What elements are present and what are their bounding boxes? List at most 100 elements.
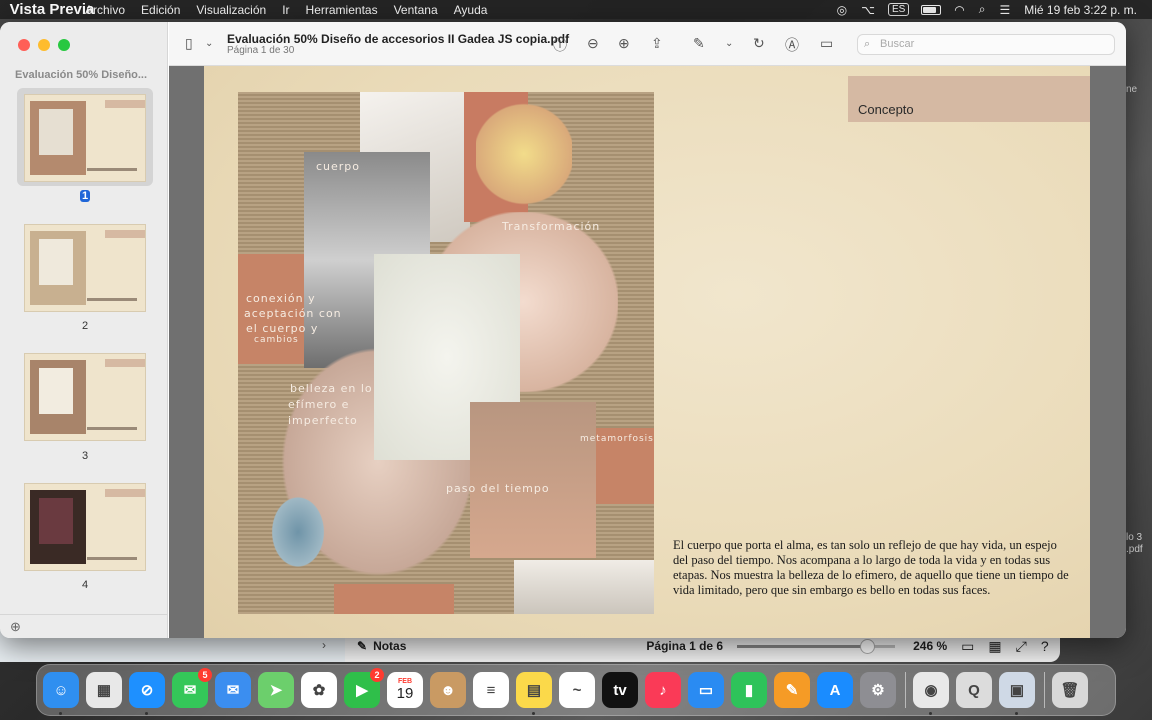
- notes-button[interactable]: ✎ Notas: [357, 639, 406, 653]
- dock-app-papelera[interactable]: 🗑: [1052, 672, 1088, 708]
- dock-app-recordatorios[interactable]: ≡: [473, 672, 509, 708]
- menu-clock[interactable]: Mié 19 feb 3:22 p. m.: [1017, 3, 1144, 17]
- dock-app-pages[interactable]: ✎: [774, 672, 810, 708]
- dock-app-calendario[interactable]: FEB 19: [387, 672, 423, 708]
- page-thumbnail-3[interactable]: [24, 353, 146, 441]
- dock-app-app-store[interactable]: A: [817, 672, 853, 708]
- collage-label-belleza: belleza en lo: [290, 382, 373, 395]
- sidebar-toggle-icon[interactable]: ▯: [185, 35, 193, 52]
- dock-app-tv[interactable]: tv: [602, 672, 638, 708]
- grid-view-icon[interactable]: ▦: [988, 638, 1001, 655]
- notification-badge: 2: [370, 668, 384, 682]
- collage-white-feathers: [514, 560, 654, 614]
- menu-visualizacion[interactable]: Visualización: [188, 3, 274, 17]
- preview-window: Evaluación 50% Diseño... 1 2 3 4 ⊕ ▯ ⌄ E…: [0, 22, 1126, 638]
- page-number-1: 1: [80, 190, 90, 202]
- dock-app-icon: ▣: [1009, 682, 1025, 699]
- dock-app-chrome[interactable]: ◉: [913, 672, 949, 715]
- dock-app-freeform[interactable]: ~: [559, 672, 595, 708]
- dock-app-safari[interactable]: ⊘: [129, 672, 165, 715]
- form-fill-icon[interactable]: ▭: [820, 35, 833, 52]
- zoom-slider[interactable]: [737, 638, 896, 654]
- minimize-button[interactable]: [38, 39, 50, 51]
- dock-app-keynote[interactable]: ▭: [688, 672, 724, 708]
- dock-app-icon: ♪: [659, 681, 667, 699]
- dock-app-música[interactable]: ♪: [645, 672, 681, 708]
- dock-app-fotos[interactable]: ✿: [301, 672, 337, 708]
- dock-app-icon: ▦: [96, 682, 112, 699]
- dock-separator: [905, 672, 906, 708]
- dock-app-icon: ☻: [440, 681, 456, 699]
- close-button[interactable]: [18, 39, 30, 51]
- dock-app-numbers[interactable]: ▮: [731, 672, 767, 708]
- menu-ir[interactable]: Ir: [274, 3, 297, 17]
- zoom-slider-knob[interactable]: [859, 638, 875, 654]
- notes-label: Notas: [373, 639, 407, 653]
- share-icon[interactable]: ⇪: [651, 35, 663, 52]
- dock-app-quicktime[interactable]: Q: [956, 672, 992, 708]
- creative-cloud-icon[interactable]: ◎: [830, 3, 854, 17]
- page-thumbnail-2[interactable]: [24, 224, 146, 312]
- dock-app-vista-previa[interactable]: ▣: [999, 672, 1035, 715]
- markup-chevron-icon[interactable]: ⌄: [725, 38, 733, 49]
- add-page-icon[interactable]: ⊕: [10, 619, 21, 635]
- zoom-in-icon[interactable]: ⊕: [618, 35, 630, 52]
- dock-app-mail[interactable]: ✉: [215, 672, 251, 708]
- chevron-down-icon[interactable]: ⌄: [205, 38, 213, 49]
- search-field[interactable]: ⌕ Buscar: [857, 34, 1115, 55]
- wifi-icon[interactable]: ◠: [947, 3, 971, 17]
- document-viewer[interactable]: cuerpo Transformación conexión y aceptac…: [169, 66, 1126, 638]
- collage-label-conexion: conexión y: [246, 292, 316, 305]
- menu-ventana[interactable]: Ventana: [386, 3, 446, 17]
- dock-app-launchpad[interactable]: ▦: [86, 672, 122, 708]
- document-title: Evaluación 50% Diseño de accesorios II G…: [227, 32, 570, 46]
- dock-app-icon: ≡: [486, 681, 496, 699]
- spotlight-icon[interactable]: ⌕: [972, 2, 993, 17]
- dock-app-icon: ⚙: [871, 682, 885, 699]
- info-icon[interactable]: ⓘ: [553, 35, 567, 55]
- maximize-button[interactable]: [58, 39, 70, 51]
- dock-app-facetime[interactable]: ▶ 2: [344, 668, 384, 708]
- dock-app-icon: ✎: [785, 682, 799, 699]
- dock-app-mensajes[interactable]: ✉ 5: [172, 668, 212, 708]
- page-thumbnail-4[interactable]: [24, 483, 146, 571]
- control-center-icon[interactable]: ☰: [993, 3, 1018, 17]
- background-file-ext[interactable]: .pdf: [1126, 544, 1143, 555]
- page-number-4: 4: [81, 579, 89, 591]
- help-icon[interactable]: ?: [1041, 638, 1049, 654]
- single-page-view-icon[interactable]: ▭: [961, 638, 974, 655]
- sidebar-footer: ⊕: [0, 614, 168, 638]
- menu-ayuda[interactable]: Ayuda: [446, 3, 496, 17]
- collage-label-metamorfosis: metamorfosis: [580, 434, 654, 444]
- airpods-icon[interactable]: ⌥: [854, 3, 882, 17]
- dock-app-icon: ⊘: [140, 682, 154, 699]
- sidebar: Evaluación 50% Diseño... 1 2 3 4 ⊕: [0, 22, 168, 638]
- annotate-icon[interactable]: Ⓐ: [785, 35, 799, 55]
- dock-separator: [1044, 672, 1045, 708]
- dock-app-icon: 🗑: [1060, 682, 1080, 699]
- sidebar-doc-title: Evaluación 50% Diseño...: [15, 69, 148, 81]
- background-file-label[interactable]: lo 3: [1126, 532, 1142, 543]
- dock-app-contactos[interactable]: ☻: [430, 672, 466, 708]
- zoom-out-icon[interactable]: ⊖: [587, 35, 599, 52]
- page-info: Página 1 de 6: [646, 639, 724, 653]
- menu-edicion[interactable]: Edición: [133, 3, 188, 17]
- dock-app-finder[interactable]: ☺: [43, 672, 79, 715]
- moodboard-collage: cuerpo Transformación conexión y aceptac…: [238, 92, 654, 614]
- dock-app-configuración[interactable]: ⚙: [860, 672, 896, 708]
- menu-herramientas[interactable]: Herramientas: [298, 3, 386, 17]
- dock-app-mapas[interactable]: ➤: [258, 672, 294, 708]
- collage-label-paso-del-tiempo: paso del tiempo: [446, 482, 550, 495]
- dock-app-notas[interactable]: ▤: [516, 672, 552, 715]
- fullscreen-icon[interactable]: ⤢: [1016, 638, 1027, 655]
- input-source[interactable]: ES: [887, 3, 910, 16]
- rotate-icon[interactable]: ↻: [753, 35, 765, 52]
- page-thumbnail-1[interactable]: [24, 94, 146, 182]
- collage-label-el-cuerpo: el cuerpo y: [246, 322, 319, 335]
- running-indicator: [1015, 712, 1018, 715]
- markup-icon[interactable]: ✎: [693, 35, 705, 52]
- chevron-right-icon[interactable]: ›: [322, 638, 326, 652]
- battery-icon[interactable]: [921, 4, 942, 15]
- concept-body-text: El cuerpo que porta el alma, es tan solo…: [673, 538, 1069, 597]
- notification-badge: 5: [198, 668, 212, 682]
